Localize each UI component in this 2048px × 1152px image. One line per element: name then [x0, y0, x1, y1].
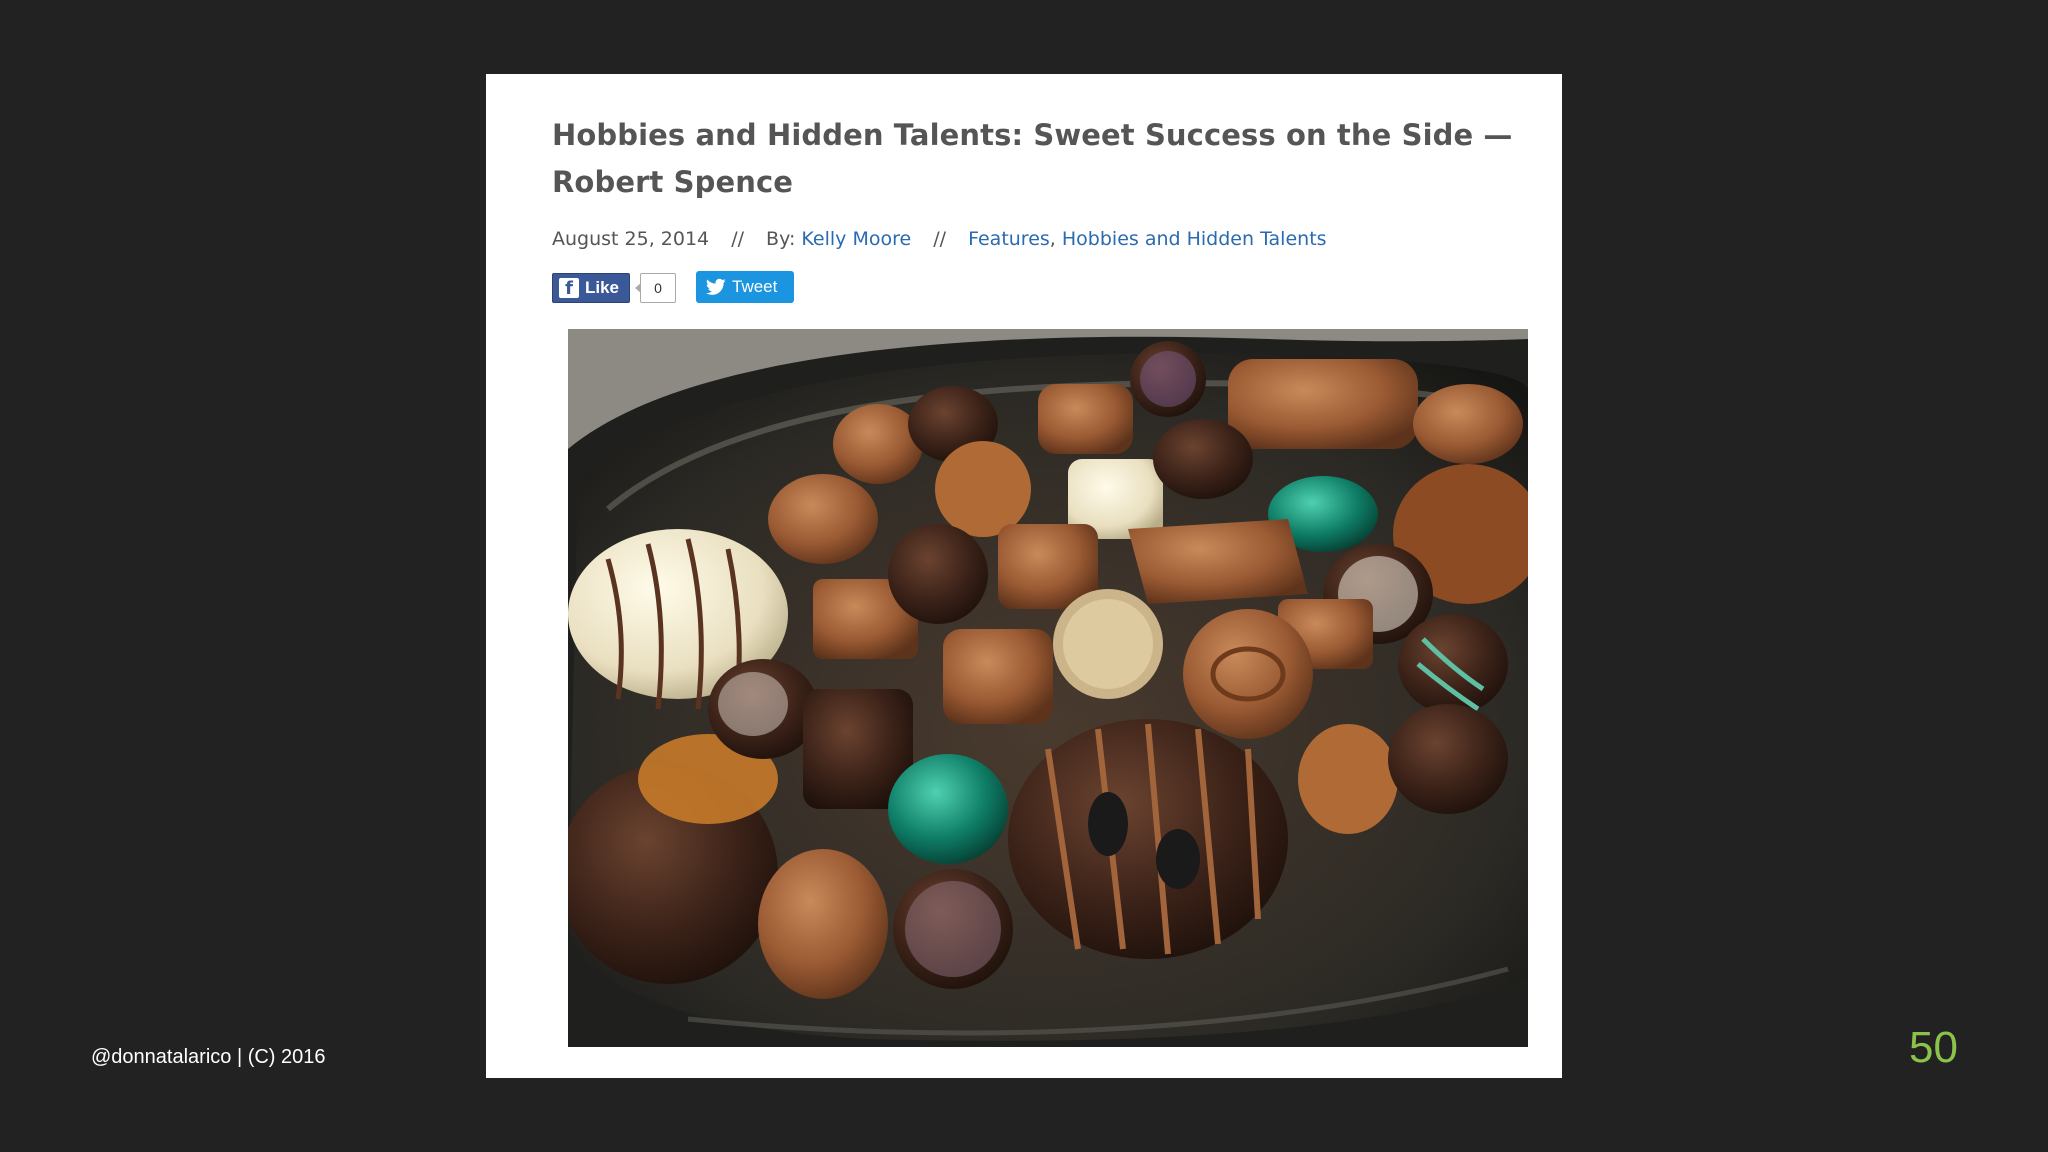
meta-separator: //	[731, 228, 744, 250]
category-link-features[interactable]: Features	[968, 228, 1050, 250]
article-meta: August 25, 2014 // By: Kelly Moore // Fe…	[552, 226, 1327, 252]
social-buttons: f Like 0 Tweet	[552, 271, 852, 311]
category-separator: ,	[1049, 228, 1056, 250]
tweet-button[interactable]: Tweet	[696, 271, 794, 303]
slide-credit: @donnatalarico | (C) 2016	[91, 1046, 326, 1068]
chocolates-photo	[568, 329, 1528, 1047]
tweet-label: Tweet	[732, 277, 778, 296]
article-date: August 25, 2014	[552, 228, 710, 250]
article-title[interactable]: Hobbies and Hidden Talents: Sweet Succes…	[552, 112, 1542, 206]
like-label: Like	[585, 278, 620, 297]
author-by-label: By:	[766, 228, 796, 250]
twitter-bird-icon	[706, 278, 726, 295]
slide: Hobbies and Hidden Talents: Sweet Succes…	[0, 0, 2048, 1152]
category-link-hobbies[interactable]: Hobbies and Hidden Talents	[1062, 228, 1327, 250]
like-count: 0	[635, 273, 676, 303]
article-screenshot-card: Hobbies and Hidden Talents: Sweet Succes…	[486, 74, 1562, 1078]
meta-separator: //	[933, 228, 947, 250]
facebook-icon: f	[559, 278, 579, 298]
slide-number: 50	[1909, 1023, 1958, 1072]
chocolates-photo-illustration	[568, 329, 1528, 1047]
author-link[interactable]: Kelly Moore	[801, 228, 911, 250]
facebook-like-button[interactable]: f Like	[552, 273, 630, 303]
